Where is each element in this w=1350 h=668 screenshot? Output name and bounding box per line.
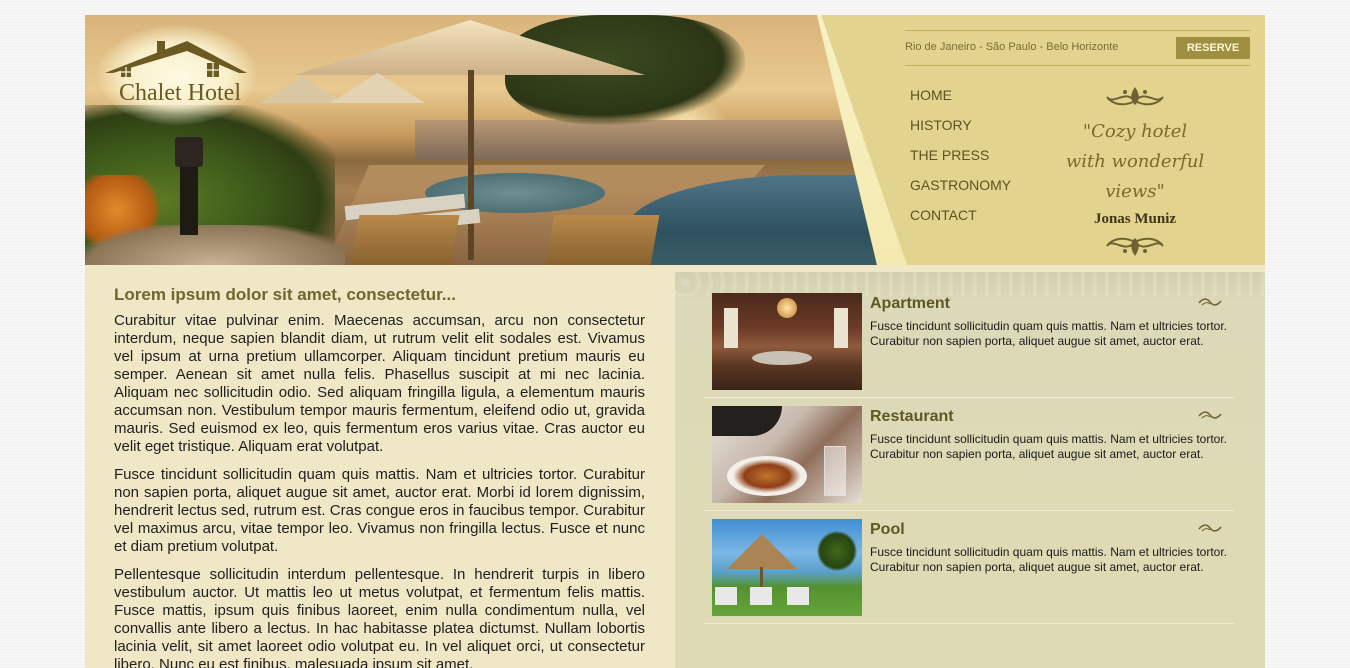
article-paragraph: Pellentesque sollicitudin interdum pelle… bbox=[114, 566, 645, 668]
testimonial: "Cozy hotel with wonderful views" Jonas … bbox=[1060, 83, 1210, 260]
testimonial-quote: "Cozy hotel with wonderful views" bbox=[1065, 121, 1205, 202]
flourish-ornament-icon bbox=[1106, 237, 1164, 256]
feature-description: Fusce tincidunt sollicitudin quam quis m… bbox=[870, 432, 1227, 461]
restaurant-photo[interactable] bbox=[712, 406, 862, 503]
testimonial-author: Jonas Muniz bbox=[1093, 211, 1177, 227]
main-nav: HOME HISTORY THE PRESS GASTRONOMY CONTAC… bbox=[910, 87, 1011, 237]
flourish-ornament-icon bbox=[1106, 87, 1164, 106]
feature-description: Fusce tincidunt sollicitudin quam quis m… bbox=[870, 319, 1227, 348]
nav-item-contact[interactable]: CONTACT bbox=[910, 207, 1011, 237]
brand-name: Chalet Hotel bbox=[119, 80, 241, 106]
article-paragraph: Fusce tincidunt sollicitudin quam quis m… bbox=[114, 466, 645, 555]
feature-description: Fusce tincidunt sollicitudin quam quis m… bbox=[870, 545, 1227, 574]
feature-title[interactable]: Pool bbox=[870, 521, 905, 539]
pool-photo[interactable] bbox=[712, 519, 862, 616]
nav-item-home[interactable]: HOME bbox=[910, 87, 1011, 117]
feature-pool[interactable]: Pool Fusce tincidunt sollicitudin quam q… bbox=[704, 511, 1234, 624]
feature-title[interactable]: Apartment bbox=[870, 295, 950, 313]
site-header: Chalet Hotel Rio de Janeiro - São Paulo … bbox=[85, 15, 1265, 265]
page-container: Chalet Hotel Rio de Janeiro - São Paulo … bbox=[85, 15, 1265, 668]
article-paragraph: Curabitur vitae pulvinar enim. Maecenas … bbox=[114, 312, 645, 455]
feature-apartment[interactable]: Apartment Fusce tincidunt sollicitudin q… bbox=[704, 285, 1234, 398]
article-title: Lorem ipsum dolor sit amet, consectetur.… bbox=[114, 285, 456, 304]
nav-item-gastronomy[interactable]: GASTRONOMY bbox=[910, 177, 1011, 207]
main-article: Lorem ipsum dolor sit amet, consectetur.… bbox=[114, 285, 645, 668]
header-top-bar: Rio de Janeiro - São Paulo - Belo Horizo… bbox=[905, 30, 1250, 66]
nav-item-the-press[interactable]: THE PRESS bbox=[910, 147, 1011, 177]
apartment-photo[interactable] bbox=[712, 293, 862, 390]
feature-restaurant[interactable]: Restaurant Fusce tincidunt sollicitudin … bbox=[704, 398, 1234, 511]
tilde-swirl-icon bbox=[1198, 411, 1222, 419]
nav-item-history[interactable]: HISTORY bbox=[910, 117, 1011, 147]
reserve-button[interactable]: RESERVE bbox=[1176, 37, 1250, 59]
logo[interactable]: Chalet Hotel bbox=[97, 25, 257, 125]
cities-list: Rio de Janeiro - São Paulo - Belo Horizo… bbox=[905, 41, 1119, 53]
tilde-swirl-icon bbox=[1198, 524, 1222, 532]
features-panel: Apartment Fusce tincidunt sollicitudin q… bbox=[675, 272, 1265, 668]
tilde-swirl-icon bbox=[1198, 298, 1222, 306]
feature-title[interactable]: Restaurant bbox=[870, 408, 954, 426]
